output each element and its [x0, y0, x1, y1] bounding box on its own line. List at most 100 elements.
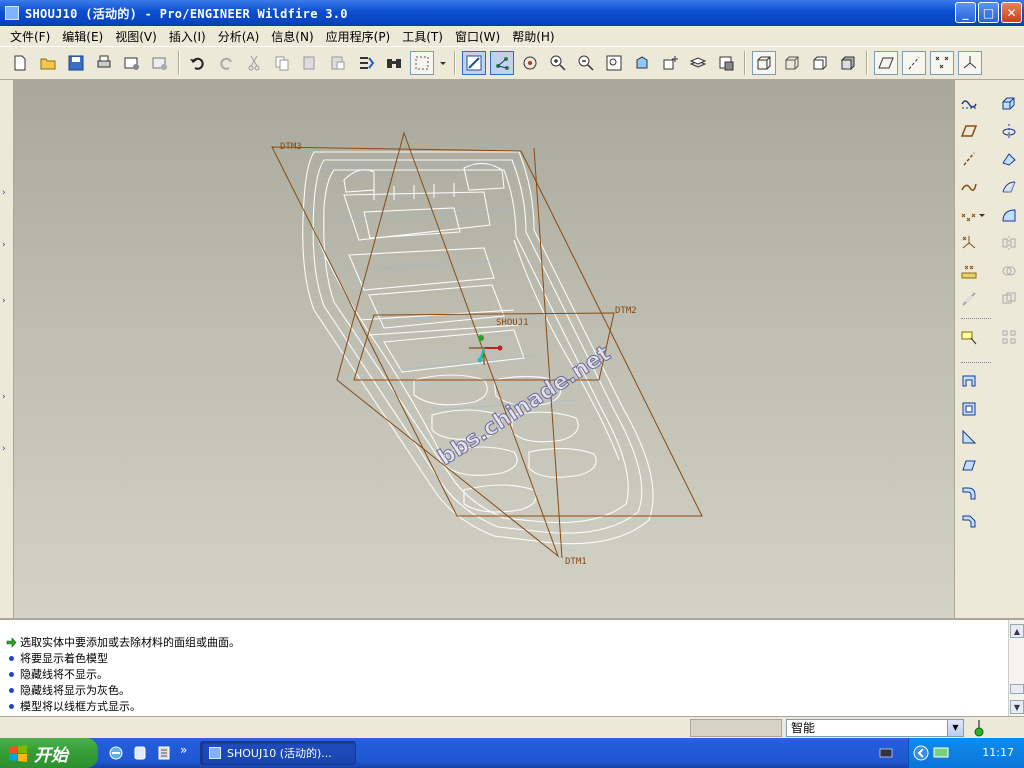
taskbar-button-proe[interactable]: SHOUJ10 (活动的)...	[200, 741, 356, 765]
chevron-down-icon[interactable]: ▼	[947, 720, 963, 736]
datum-label-dtm1[interactable]: DTM1	[565, 557, 587, 567]
rib-icon[interactable]	[958, 426, 980, 448]
mail-attach-icon[interactable]	[148, 51, 172, 75]
spin-center-icon[interactable]	[490, 51, 514, 75]
tray-expand-icon[interactable]	[913, 745, 929, 761]
media-player-icon[interactable]	[132, 745, 148, 761]
shell-icon[interactable]	[958, 398, 980, 420]
chevron-down-icon[interactable]	[438, 51, 448, 75]
paste-special-icon[interactable]	[326, 51, 350, 75]
datum-axis-icon[interactable]	[958, 148, 980, 170]
saved-views-icon[interactable]	[658, 51, 682, 75]
repaint-icon[interactable]	[462, 51, 486, 75]
chevron-right-icon[interactable]: ›	[2, 188, 11, 198]
chamfer-icon[interactable]	[958, 510, 980, 532]
save-icon[interactable]	[64, 51, 88, 75]
paste-icon[interactable]	[298, 51, 322, 75]
open-folder-icon[interactable]	[36, 51, 60, 75]
sketch-tool-icon[interactable]	[958, 92, 980, 114]
csys-label[interactable]: SHOUJ1	[496, 318, 529, 328]
layers-icon[interactable]	[686, 51, 710, 75]
minimize-button[interactable]: _	[955, 2, 976, 23]
reorient-icon[interactable]	[630, 51, 654, 75]
wireframe-display-icon[interactable]	[752, 51, 776, 75]
menu-analysis[interactable]: 分析(A)	[212, 28, 266, 45]
trim-icon[interactable]	[958, 288, 980, 310]
app-icon	[5, 6, 19, 20]
undo-icon[interactable]	[186, 51, 210, 75]
menu-edit[interactable]: 编辑(E)	[56, 28, 109, 45]
menu-applications[interactable]: 应用程序(P)	[320, 28, 397, 45]
shading-icon[interactable]	[836, 51, 860, 75]
navigator-strip[interactable]: › › › › ›	[0, 80, 14, 618]
cut-icon[interactable]	[242, 51, 266, 75]
no-hidden-icon[interactable]	[808, 51, 832, 75]
refit-icon[interactable]	[602, 51, 626, 75]
chevron-right-icon[interactable]: ›	[2, 392, 11, 402]
revolve-icon[interactable]	[998, 120, 1020, 142]
hidden-line-icon[interactable]	[780, 51, 804, 75]
regenerate-icon[interactable]	[354, 51, 378, 75]
graphics-viewport[interactable]: DTM3 DTM2 DTM1 SHOUJ1 bbs.chinade.net	[14, 80, 954, 618]
pattern-icon[interactable]	[998, 326, 1020, 348]
start-button[interactable]: 开始	[0, 738, 98, 768]
chevron-down-icon[interactable]	[977, 204, 987, 226]
datum-planes-icon[interactable]	[874, 51, 898, 75]
new-file-icon[interactable]	[8, 51, 32, 75]
close-button[interactable]: ✕	[1001, 2, 1022, 23]
select-box-icon[interactable]	[410, 51, 434, 75]
chevron-right-icon[interactable]: ›	[2, 444, 11, 454]
extrude-icon[interactable]	[998, 92, 1020, 114]
blend-icon[interactable]	[998, 176, 1020, 198]
scroll-up-icon[interactable]: ▲	[1010, 624, 1024, 638]
message-scrollbar[interactable]: ▲ ▼	[1008, 620, 1024, 716]
explorer-icon[interactable]	[156, 745, 172, 761]
mail-icon[interactable]	[120, 51, 144, 75]
datum-csys-icon[interactable]	[958, 232, 980, 254]
boundary-blend-icon[interactable]	[998, 204, 1020, 226]
network-icon[interactable]	[933, 746, 949, 760]
menu-view[interactable]: 视图(V)	[109, 28, 163, 45]
selection-filter-dropdown[interactable]: 智能 ▼	[786, 719, 964, 737]
round-icon[interactable]	[958, 482, 980, 504]
datum-curve-icon[interactable]	[958, 176, 980, 198]
title-bar[interactable]: SHOUJ10 (活动的) - Pro/ENGINEER Wildfire 3.…	[0, 0, 1024, 26]
draft-icon[interactable]	[958, 454, 980, 476]
sweep-icon[interactable]	[998, 148, 1020, 170]
merge-icon[interactable]	[998, 260, 1020, 282]
chevron-right-icon[interactable]: ›	[2, 240, 11, 250]
chevron-right-icon[interactable]: ›	[2, 296, 11, 306]
menu-help[interactable]: 帮助(H)	[506, 28, 560, 45]
zoom-out-icon[interactable]	[574, 51, 598, 75]
orient-mode-icon[interactable]	[518, 51, 542, 75]
datum-label-dtm2[interactable]: DTM2	[615, 306, 637, 316]
copy-icon[interactable]	[270, 51, 294, 75]
hole-icon[interactable]	[958, 370, 980, 392]
maximize-button[interactable]: □	[978, 2, 999, 23]
menu-file[interactable]: 文件(F)	[4, 28, 56, 45]
datum-label-dtm3[interactable]: DTM3	[280, 142, 302, 152]
print-icon[interactable]	[92, 51, 116, 75]
menu-window[interactable]: 窗口(W)	[449, 28, 506, 45]
redo-icon[interactable]	[214, 51, 238, 75]
menu-insert[interactable]: 插入(I)	[163, 28, 212, 45]
find-binoculars-icon[interactable]	[382, 51, 406, 75]
view-manager-icon[interactable]	[714, 51, 738, 75]
zoom-in-icon[interactable]	[546, 51, 570, 75]
ie-icon[interactable]	[108, 745, 124, 761]
coordinate-systems-icon[interactable]	[958, 51, 982, 75]
menu-tools[interactable]: 工具(T)	[396, 28, 449, 45]
quicklaunch-more-icon[interactable]: »	[180, 743, 196, 759]
scroll-down-icon[interactable]: ▼	[1010, 700, 1024, 714]
windows-flag-icon	[9, 745, 27, 762]
datum-axes-icon[interactable]	[902, 51, 926, 75]
keyboard-icon[interactable]	[879, 747, 893, 759]
menu-info[interactable]: 信息(N)	[265, 28, 319, 45]
annotation-icon[interactable]	[958, 326, 980, 348]
datum-points-icon[interactable]	[930, 51, 954, 75]
scroll-thumb[interactable]	[1010, 684, 1024, 694]
mirror-icon[interactable]	[998, 232, 1020, 254]
intersect-icon[interactable]	[998, 288, 1020, 310]
analysis-feature-icon[interactable]	[958, 260, 980, 282]
datum-plane-icon[interactable]	[958, 120, 980, 142]
